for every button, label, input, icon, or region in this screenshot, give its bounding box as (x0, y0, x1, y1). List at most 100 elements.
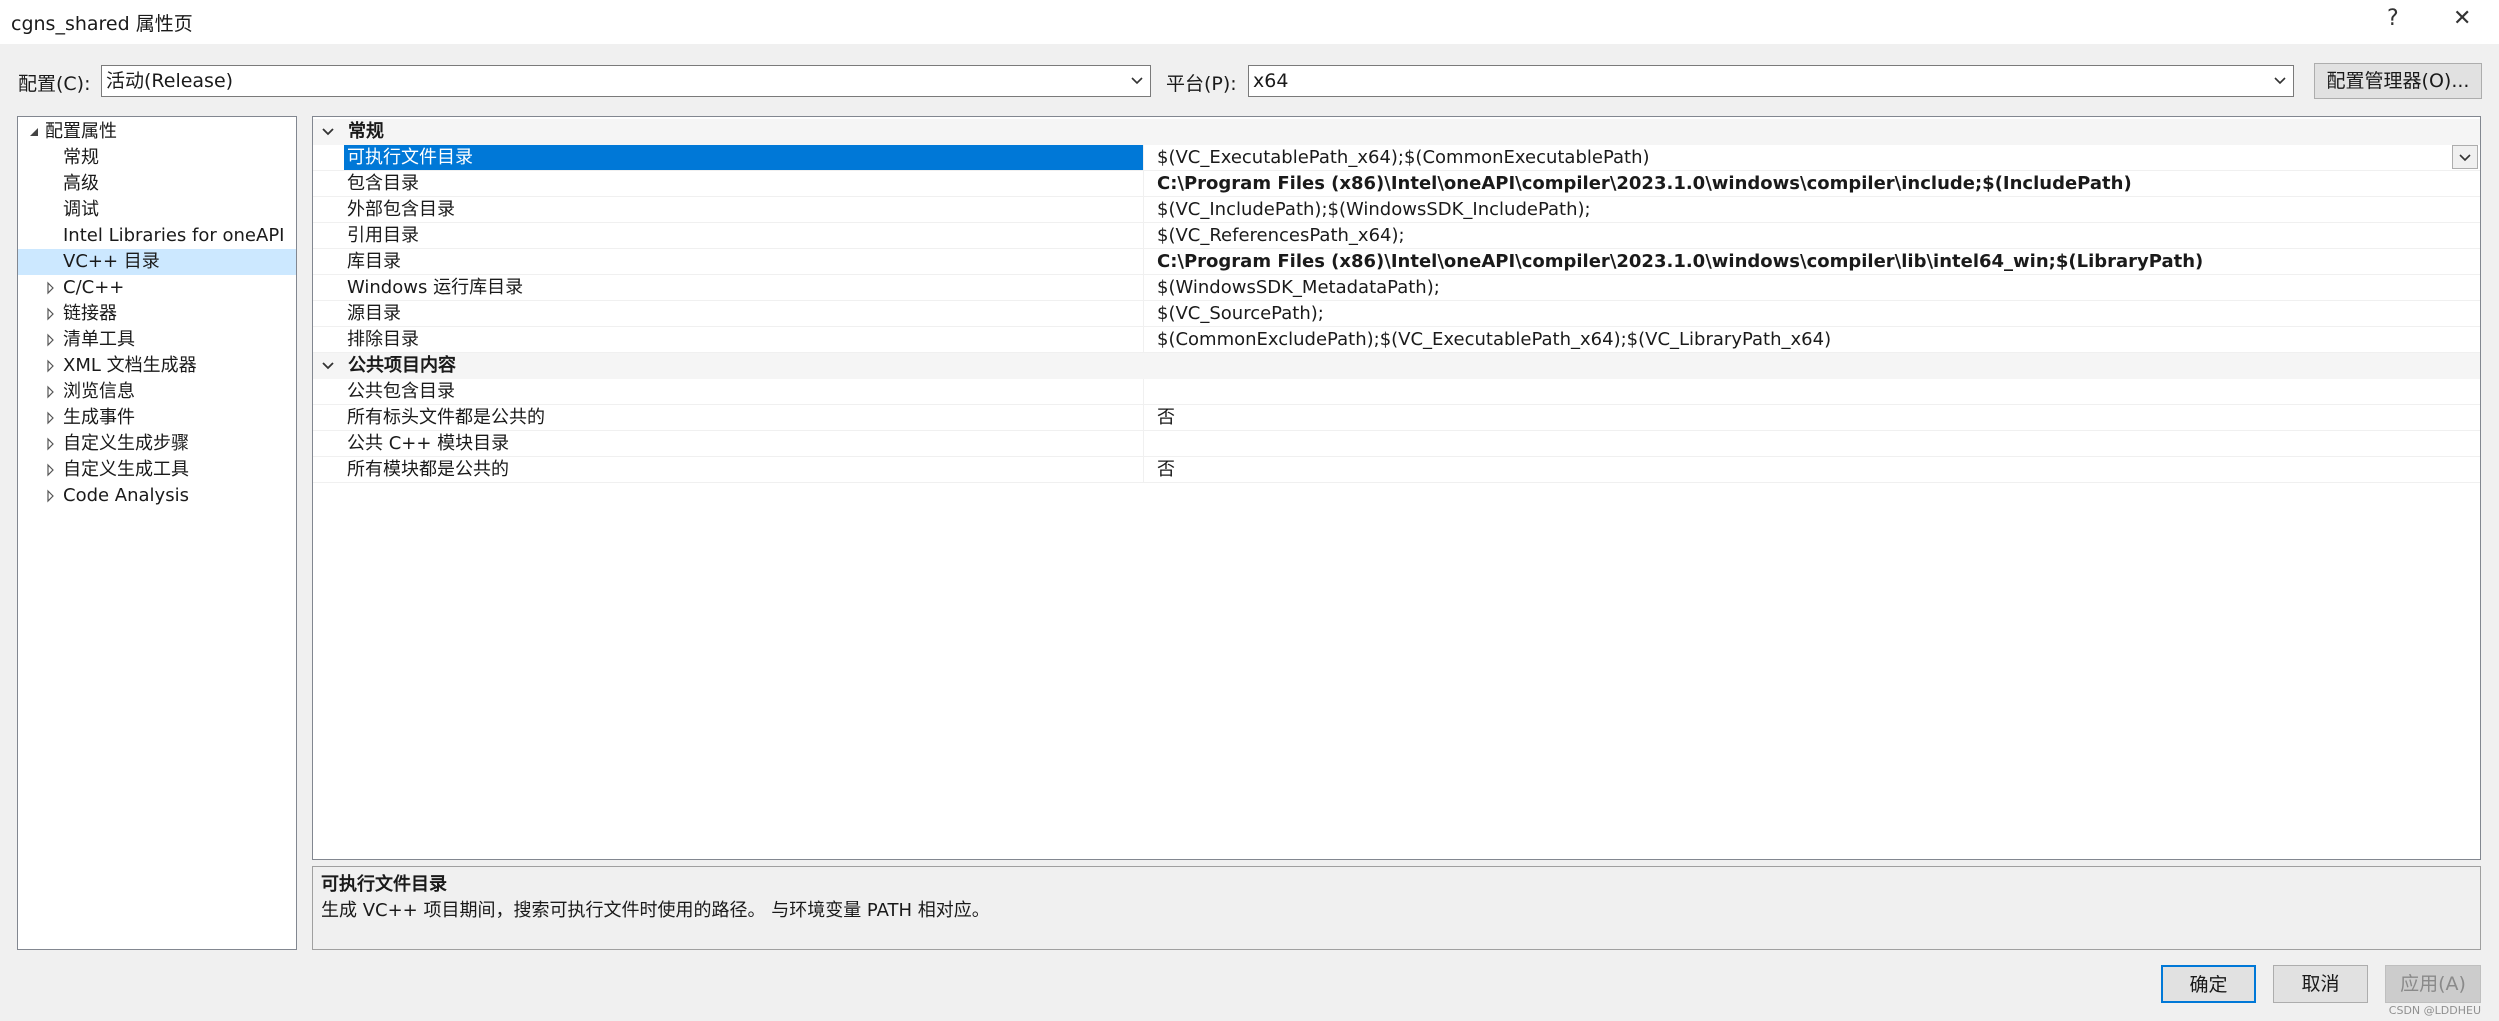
category-label: 常规 (348, 121, 384, 142)
collapsed-triangle-icon[interactable] (44, 353, 58, 379)
chevron-down-icon (1124, 66, 1150, 96)
property-name[interactable]: 库目录 (344, 249, 1144, 274)
property-name[interactable]: 公共包含目录 (344, 379, 1144, 404)
tree-item-label: VC++ 目录 (63, 251, 160, 272)
tree-item-label: 生成事件 (63, 407, 135, 428)
tree-item[interactable]: 常规 (18, 145, 296, 171)
tree-item[interactable]: XML 文档生成器 (18, 353, 296, 379)
apply-button[interactable]: 应用(A) (2385, 965, 2481, 1003)
chevron-down-icon[interactable] (321, 353, 335, 379)
property-row[interactable]: Windows 运行库目录 $(WindowsSDK_MetadataPath); (313, 275, 2480, 301)
property-value[interactable]: C:\Program Files (x86)\Intel\oneAPI\comp… (1157, 249, 2447, 275)
collapsed-triangle-icon[interactable] (44, 327, 58, 353)
expanded-triangle-icon[interactable] (28, 119, 42, 145)
property-value[interactable]: 否 (1157, 405, 2447, 431)
property-name[interactable]: 公共 C++ 模块目录 (344, 431, 1144, 456)
property-row[interactable]: 引用目录 $(VC_ReferencesPath_x64); (313, 223, 2480, 249)
description-text: 生成 VC++ 项目期间，搜索可执行文件时使用的路径。 与环境变量 PATH 相… (321, 900, 990, 921)
tree-item-label: 自定义生成工具 (63, 459, 189, 480)
property-name[interactable]: 外部包含目录 (344, 197, 1144, 222)
property-value[interactable]: C:\Program Files (x86)\Intel\oneAPI\comp… (1157, 171, 2447, 197)
property-name[interactable]: 包含目录 (344, 171, 1144, 196)
collapsed-triangle-icon[interactable] (44, 405, 58, 431)
platform-label: 平台(P): (1166, 73, 1237, 95)
title-bar: cgns_shared 属性页 ? ✕ (0, 0, 2499, 44)
chevron-down-icon[interactable] (321, 119, 335, 145)
property-row[interactable]: 包含目录 C:\Program Files (x86)\Intel\oneAPI\… (313, 171, 2480, 197)
close-button[interactable]: ✕ (2453, 6, 2471, 31)
tree-item[interactable]: VC++ 目录 (18, 249, 296, 275)
property-value[interactable]: $(VC_ReferencesPath_x64); (1157, 223, 2447, 249)
property-name[interactable]: Windows 运行库目录 (344, 275, 1144, 300)
tree-item-label: 高级 (63, 173, 99, 194)
chevron-down-icon (2267, 66, 2293, 96)
property-row[interactable]: 排除目录 $(CommonExcludePath);$(VC_Executable… (313, 327, 2480, 353)
property-row[interactable]: 所有模块都是公共的否 (313, 457, 2480, 483)
property-name[interactable]: 所有模块都是公共的 (344, 457, 1144, 482)
tree-item-label: 配置属性 (45, 121, 117, 142)
property-grid: 常规可执行文件目录 $(VC_ExecutablePath_x64);$(Comm… (312, 116, 2481, 860)
ok-button[interactable]: 确定 (2161, 965, 2256, 1003)
category-header[interactable]: 公共项目内容 (313, 353, 2480, 379)
collapsed-triangle-icon[interactable] (44, 275, 58, 301)
category-header[interactable]: 常规 (313, 119, 2480, 145)
tree-item[interactable]: Code Analysis (18, 483, 296, 509)
property-row[interactable]: 公共 C++ 模块目录 (313, 431, 2480, 457)
config-value: 活动(Release) (106, 70, 234, 92)
property-value[interactable]: $(VC_SourcePath); (1157, 301, 2447, 327)
tree-item[interactable]: 生成事件 (18, 405, 296, 431)
config-dropdown[interactable]: 活动(Release) (101, 65, 1151, 97)
collapsed-triangle-icon[interactable] (44, 379, 58, 405)
tree-item[interactable]: Intel Libraries for oneAPI (18, 223, 296, 249)
tree-item[interactable]: 链接器 (18, 301, 296, 327)
tree-item-label: Intel Libraries for oneAPI (63, 225, 285, 246)
tree-item-label: Code Analysis (63, 485, 189, 506)
platform-value: x64 (1253, 70, 1289, 92)
cancel-button[interactable]: 取消 (2273, 965, 2368, 1003)
tree-item[interactable]: 高级 (18, 171, 296, 197)
tree-item-label: XML 文档生成器 (63, 355, 197, 376)
tree-item-label: C/C++ (63, 277, 125, 298)
tree-item[interactable]: C/C++ (18, 275, 296, 301)
property-value[interactable]: $(VC_IncludePath);$(WindowsSDK_IncludePa… (1157, 197, 2447, 223)
property-row[interactable]: 可执行文件目录 $(VC_ExecutablePath_x64);$(Common… (313, 145, 2480, 171)
tree-item[interactable]: 配置属性 (18, 119, 296, 145)
config-manager-button[interactable]: 配置管理器(O)... (2314, 63, 2482, 99)
tree-item[interactable]: 浏览信息 (18, 379, 296, 405)
tree-item[interactable]: 自定义生成步骤 (18, 431, 296, 457)
tree-item-label: 常规 (63, 147, 99, 168)
tree-item-label: 清单工具 (63, 329, 135, 350)
property-value[interactable]: $(VC_ExecutablePath_x64);$(CommonExecuta… (1157, 145, 2447, 171)
tree-item[interactable]: 自定义生成工具 (18, 457, 296, 483)
property-value[interactable]: 否 (1157, 457, 2447, 483)
property-value[interactable]: $(CommonExcludePath);$(VC_ExecutablePath… (1157, 327, 2447, 353)
collapsed-triangle-icon[interactable] (44, 483, 58, 509)
property-name[interactable]: 可执行文件目录 (344, 145, 1144, 170)
description-panel: 可执行文件目录 生成 VC++ 项目期间，搜索可执行文件时使用的路径。 与环境变… (312, 866, 2481, 950)
property-row[interactable]: 源目录 $(VC_SourcePath); (313, 301, 2480, 327)
tree-item-label: 调试 (63, 199, 99, 220)
property-row[interactable]: 库目录 C:\Program Files (x86)\Intel\oneAPI\c… (313, 249, 2480, 275)
collapsed-triangle-icon[interactable] (44, 431, 58, 457)
tree-item-label: 链接器 (63, 303, 117, 324)
collapsed-triangle-icon[interactable] (44, 457, 58, 483)
platform-dropdown[interactable]: x64 (1248, 65, 2294, 97)
property-row[interactable]: 所有标头文件都是公共的否 (313, 405, 2480, 431)
tree-item-label: 自定义生成步骤 (63, 433, 189, 454)
property-name[interactable]: 源目录 (344, 301, 1144, 326)
config-label: 配置(C): (18, 73, 91, 95)
window-title: cgns_shared 属性页 (11, 13, 193, 35)
value-dropdown-button[interactable] (2452, 145, 2478, 169)
property-name[interactable]: 所有标头文件都是公共的 (344, 405, 1144, 430)
property-name[interactable]: 引用目录 (344, 223, 1144, 248)
property-name[interactable]: 排除目录 (344, 327, 1144, 352)
tree-item[interactable]: 清单工具 (18, 327, 296, 353)
tree-item[interactable]: 调试 (18, 197, 296, 223)
help-button[interactable]: ? (2387, 6, 2399, 31)
tree-item-label: 浏览信息 (63, 381, 135, 402)
property-value[interactable]: $(WindowsSDK_MetadataPath); (1157, 275, 2447, 301)
collapsed-triangle-icon[interactable] (44, 301, 58, 327)
property-row[interactable]: 公共包含目录 (313, 379, 2480, 405)
description-title: 可执行文件目录 (321, 874, 447, 895)
property-row[interactable]: 外部包含目录 $(VC_IncludePath);$(WindowsSDK_Inc… (313, 197, 2480, 223)
